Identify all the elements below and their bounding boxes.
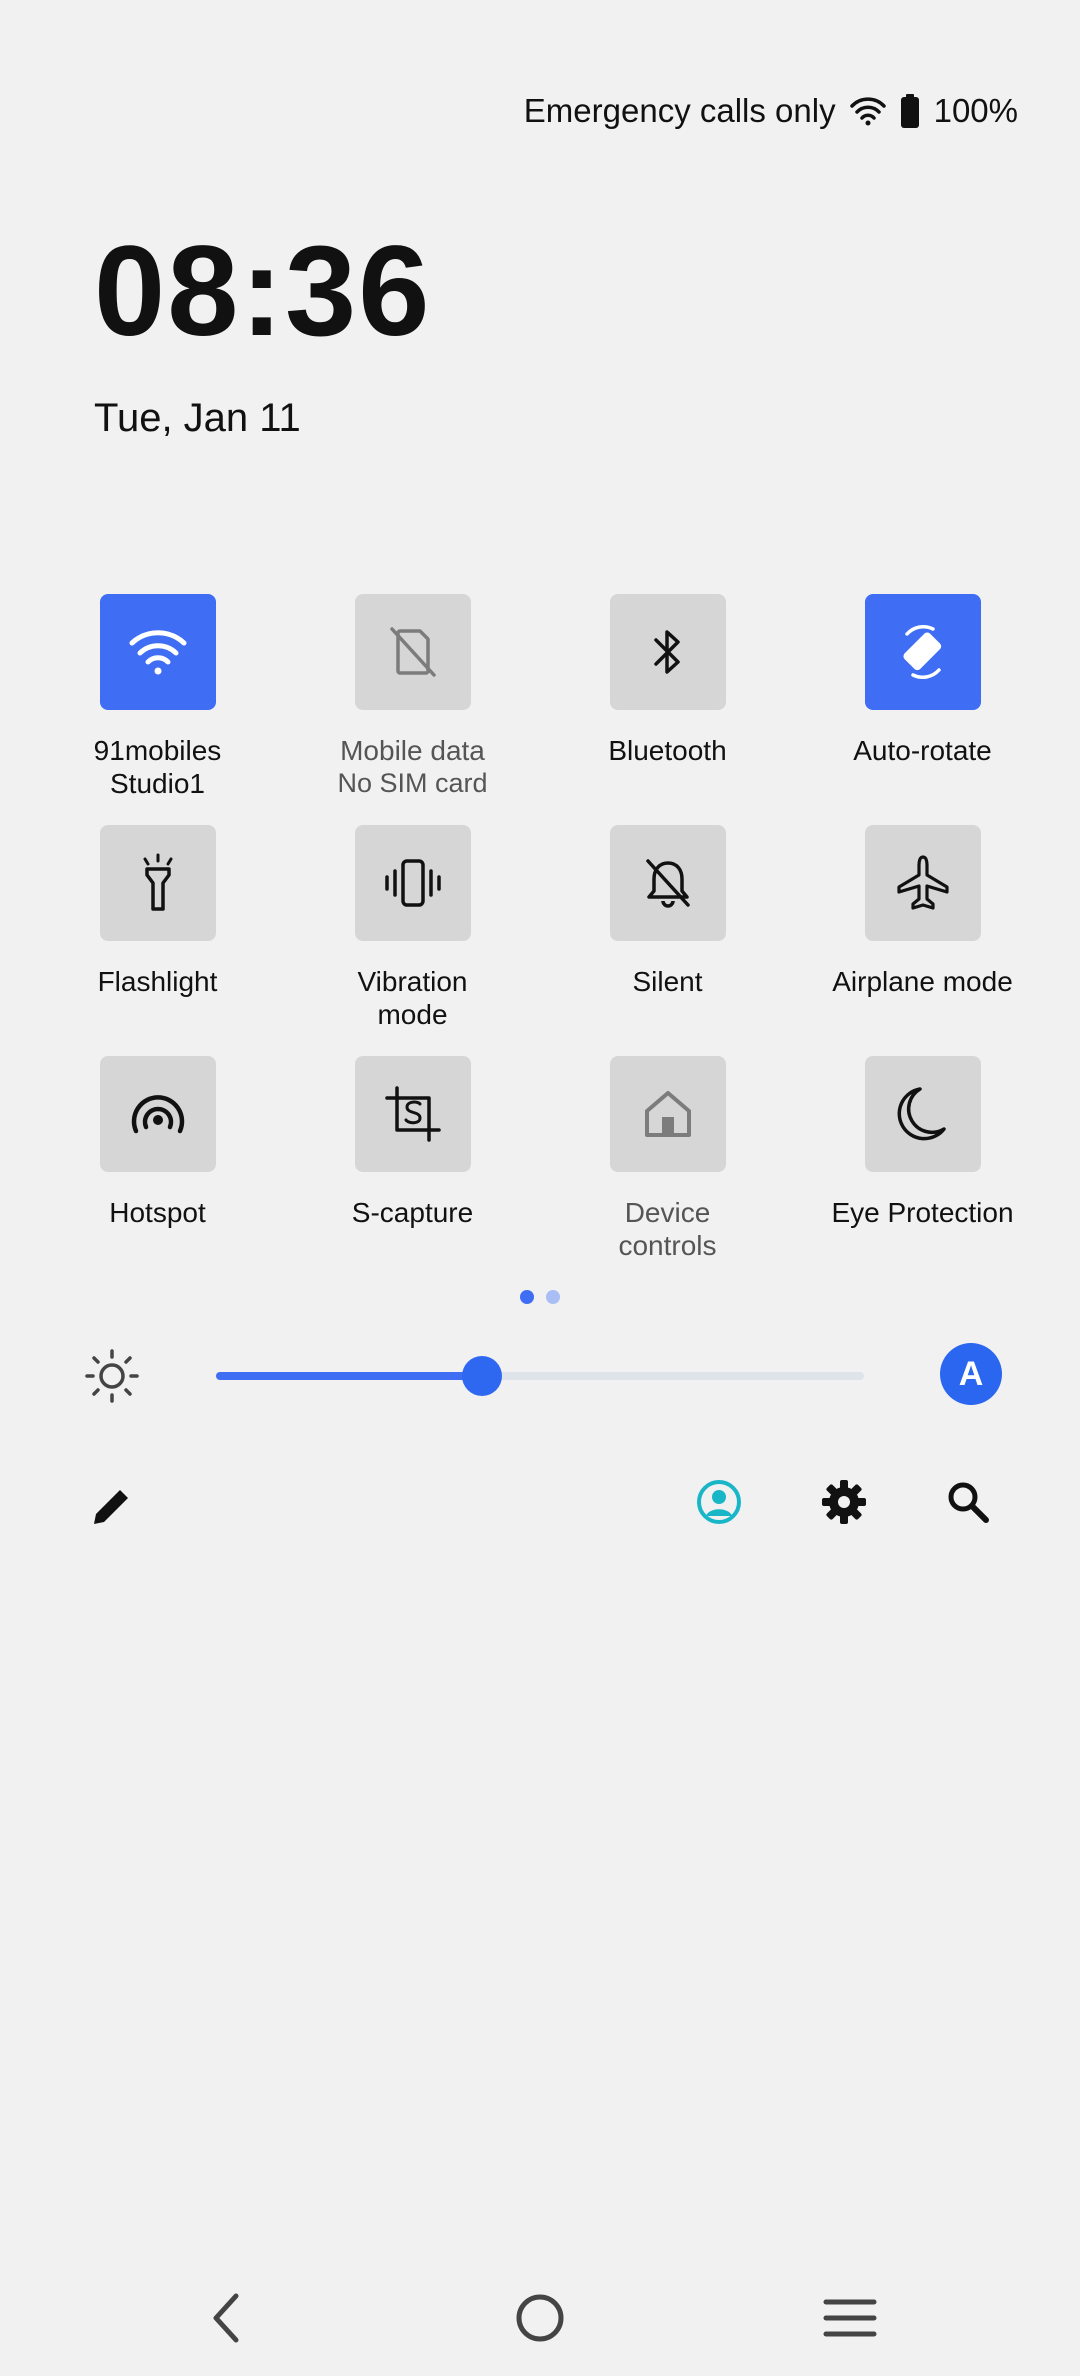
tile-wifi-label: 91mobiles Studio1 [93,735,222,799]
navigation-bar [0,2290,1080,2346]
quick-settings-actions [0,1478,1080,1534]
tile-wifi-button[interactable] [99,594,216,710]
quick-settings-grid: 91mobiles Studio1 Mobile data No SIM car… [30,594,1050,1287]
clock-time[interactable]: 08:36 [94,228,431,356]
brightness-slider-thumb[interactable] [461,1356,502,1396]
home-button-icon[interactable] [514,2290,566,2346]
tile-silent-label: Silent [632,966,703,997]
tile-bluetooth-label: Bluetooth [608,735,727,766]
bluetooth-icon [653,630,680,674]
tile-mobile-data[interactable]: Mobile data No SIM card [285,594,540,825]
tile-airplane-label: Airplane mode [832,966,1013,997]
tile-wifi[interactable]: 91mobiles Studio1 [30,594,285,825]
no-sim-icon [389,627,436,677]
tile-eye-protection-label: Eye Protection [831,1197,1014,1228]
tile-device-controls-label: Device controls [618,1197,717,1261]
tile-mobile-data-button[interactable] [354,594,471,710]
silent-icon [645,859,690,908]
auto-brightness-button[interactable]: A [940,1343,1002,1405]
tile-auto-rotate-button[interactable] [864,594,981,710]
flashlight-icon [143,853,172,911]
brightness-sun-icon [85,1349,139,1403]
tile-s-capture[interactable]: S-capture [285,1056,540,1287]
tile-silent[interactable]: Silent [540,825,795,1056]
battery-icon [900,94,920,128]
tile-vibration-button[interactable] [354,825,471,941]
clock-date[interactable]: Tue, Jan 11 [94,396,301,441]
user-icon[interactable] [695,1478,743,1526]
tile-hotspot-label: Hotspot [109,1197,206,1228]
tile-hotspot-button[interactable] [99,1056,216,1172]
moon-icon [897,1087,946,1141]
tile-s-capture-label: S-capture [351,1197,474,1228]
tile-flashlight-button[interactable] [99,825,216,941]
tile-bluetooth-button[interactable] [609,594,726,710]
tile-auto-rotate-label: Auto-rotate [853,735,992,766]
status-bar: Emergency calls only 100% [524,92,1018,130]
tile-device-controls-button[interactable] [609,1056,726,1172]
tile-flashlight-label: Flashlight [97,966,218,997]
tile-airplane-button[interactable] [864,825,981,941]
tile-mobile-data-label: Mobile data [340,735,485,766]
tile-bluetooth[interactable]: Bluetooth [540,594,795,825]
tile-vibration-label: Vibration mode [357,966,468,1030]
tile-vibration[interactable]: Vibration mode [285,825,540,1056]
page-dot-inactive [546,1290,560,1304]
wifi-icon [849,96,886,126]
tile-auto-rotate[interactable]: Auto-rotate [795,594,1050,825]
tile-flashlight[interactable]: Flashlight [30,825,285,1056]
auto-rotate-icon [902,625,941,679]
tile-airplane[interactable]: Airplane mode [795,825,1050,1056]
screenshot-icon [384,1086,441,1142]
tile-hotspot[interactable]: Hotspot [30,1056,285,1287]
search-icon[interactable] [944,1478,992,1526]
battery-percent: 100% [933,92,1018,129]
vibration-icon [384,859,441,907]
page-indicator [0,1290,1080,1304]
brightness-slider-fill [216,1372,482,1380]
settings-icon[interactable] [820,1478,868,1526]
tile-silent-button[interactable] [609,825,726,941]
wifi-icon [129,630,186,675]
home-icon [644,1091,691,1137]
brightness-control: A [0,1340,1080,1410]
tile-eye-protection[interactable]: Eye Protection [795,1056,1050,1287]
airplane-icon [896,855,949,910]
tile-device-controls[interactable]: Device controls [540,1056,795,1287]
hotspot-icon [131,1095,184,1134]
brightness-slider[interactable] [216,1356,864,1396]
back-icon[interactable] [206,2290,246,2346]
tile-eye-protection-button[interactable] [864,1056,981,1172]
page-dot-active [520,1290,534,1304]
carrier-text: Emergency calls only [523,92,836,129]
tile-mobile-data-sublabel: No SIM card [337,768,488,798]
tile-s-capture-button[interactable] [354,1056,471,1172]
edit-icon[interactable] [90,1484,134,1528]
recents-icon[interactable] [822,2290,878,2346]
